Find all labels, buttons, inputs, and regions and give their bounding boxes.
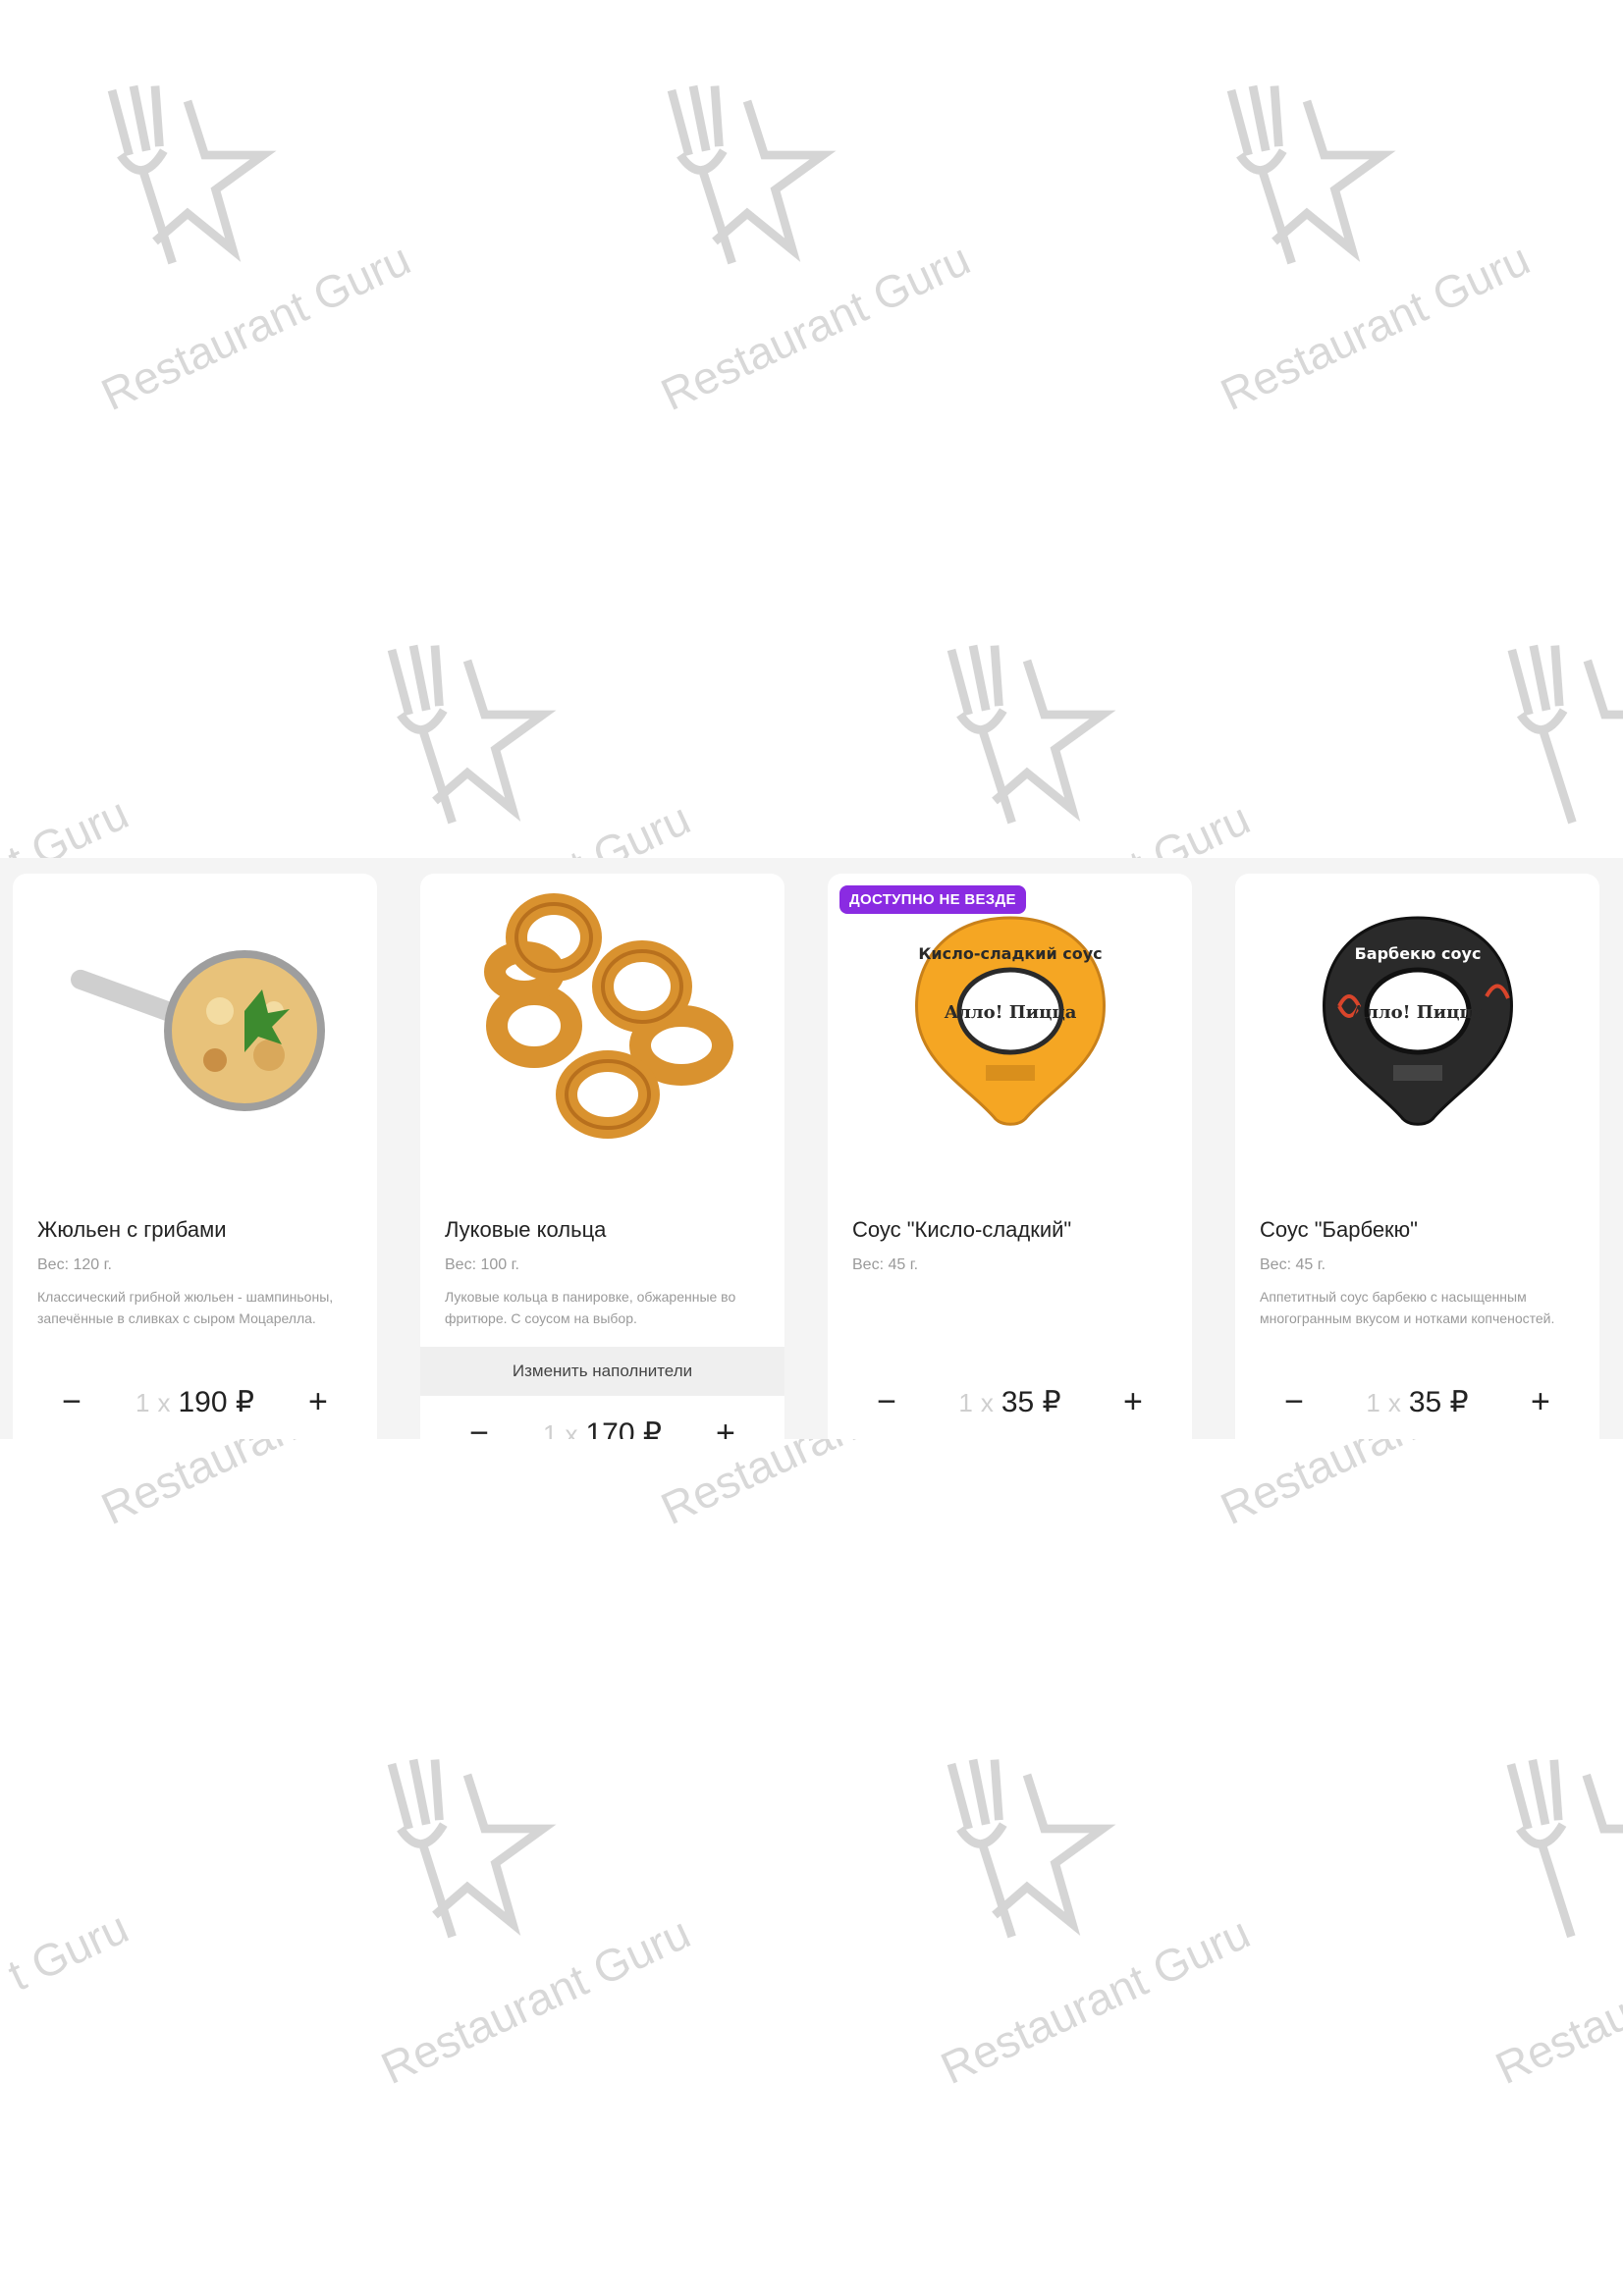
bbq-sauce-icon: Барбекю соус Алло! Пицца [1322, 916, 1513, 1126]
product-card-bbq-sauce[interactable]: Барбекю соус Алло! Пицца Соус "Барбекю" … [1235, 874, 1599, 1439]
watermark-text: Restaurant Guru [1213, 233, 1538, 421]
sauce-logo-text: Алло! Пицца [1351, 1002, 1484, 1023]
product-title: Соус "Кисло-сладкий" [852, 1217, 1072, 1242]
watermark-text: t Guru [0, 1900, 136, 2002]
plus-button[interactable]: + [711, 1414, 740, 1439]
product-price: 35 ₽ [1001, 1385, 1061, 1418]
watermark-logo-icon [1507, 644, 1623, 825]
quantity-stepper: − 1 x 190 ₽ + [13, 1382, 377, 1421]
watermark-logo-icon [387, 1758, 557, 1939]
product-title: Соус "Барбекю" [1260, 1217, 1418, 1242]
quantity-multiplier: x [980, 1387, 994, 1417]
product-description: Луковые кольца в панировке, обжаренные в… [445, 1289, 736, 1326]
quantity-multiplier: x [157, 1387, 171, 1417]
product-image: Барбекю соус Алло! Пицца [1235, 903, 1599, 1129]
product-weight: Вес: 45 г. [1260, 1256, 1326, 1273]
product-image [420, 893, 784, 1139]
watermark-text: Restau [1488, 1987, 1623, 2095]
plus-button[interactable]: + [1118, 1382, 1148, 1421]
minus-button[interactable]: − [464, 1414, 494, 1439]
quantity-stepper: − 1 x 170 ₽ + [420, 1414, 784, 1439]
sauce-logo-text: Алло! Пицца [944, 1002, 1076, 1023]
product-image [13, 903, 377, 1129]
product-image: Кисло-сладкий соус Алло! Пицца [828, 903, 1192, 1129]
product-weight: Вес: 45 г. [852, 1256, 919, 1273]
watermark-logo-icon [1226, 84, 1396, 265]
watermark-logo-icon [387, 644, 557, 825]
plus-button[interactable]: + [303, 1382, 333, 1421]
watermark-text: Restaurant Guru [653, 233, 978, 421]
product-list: Жюльен с грибами Вес: 120 г. Классически… [0, 858, 1623, 1439]
product-price: 190 ₽ [178, 1385, 254, 1418]
product-weight: Вес: 100 г. [445, 1256, 519, 1273]
quantity-count: 1 [958, 1387, 973, 1417]
minus-button[interactable]: − [872, 1382, 901, 1421]
product-card-sweet-sour-sauce[interactable]: ДОСТУПНО НЕ ВЕЗДЕ Кисло-сладкий соус Алл… [828, 874, 1192, 1439]
watermark-logo-icon [1506, 1758, 1623, 1939]
product-price: 170 ₽ [585, 1416, 662, 1440]
sauce-lid-text: Кисло-сладкий соус [918, 944, 1102, 963]
change-toppings-button[interactable]: Изменить наполнители [420, 1347, 784, 1396]
watermark-text: Restaurant Guru [93, 233, 418, 421]
product-description: Классический грибной жюльен - шампиньоны… [37, 1289, 334, 1326]
minus-button[interactable]: − [1279, 1382, 1309, 1421]
watermark-text: Restaurant Guru [373, 1906, 698, 2095]
sweet-sour-sauce-icon: Кисло-сладкий соус Алло! Пицца [914, 916, 1106, 1126]
product-title: Луковые кольца [445, 1217, 607, 1242]
watermark-text: Restaurant Guru [933, 1906, 1258, 2095]
watermark-logo-icon [947, 644, 1116, 825]
plus-button[interactable]: + [1526, 1382, 1555, 1421]
minus-button[interactable]: − [57, 1382, 86, 1421]
product-card-onion-rings[interactable]: Луковые кольца Вес: 100 г. Луковые кольц… [420, 874, 784, 1439]
product-description: Аппетитный соус барбекю с насыщенным мно… [1260, 1289, 1555, 1326]
julienne-dish-icon [70, 950, 325, 1111]
quantity-stepper: − 1 x 35 ₽ + [828, 1382, 1192, 1421]
quantity-count: 1 [543, 1418, 558, 1440]
quantity-count: 1 [135, 1387, 150, 1417]
product-card-julienne[interactable]: Жюльен с грибами Вес: 120 г. Классически… [13, 874, 377, 1439]
quantity-multiplier: x [565, 1418, 578, 1440]
product-title: Жюльен с грибами [37, 1217, 227, 1242]
watermark-logo-icon [947, 1758, 1116, 1939]
product-price: 35 ₽ [1408, 1385, 1469, 1418]
product-weight: Вес: 120 г. [37, 1256, 112, 1273]
quantity-multiplier: x [1387, 1387, 1401, 1417]
quantity-stepper: − 1 x 35 ₽ + [1235, 1382, 1599, 1421]
sauce-lid-text: Барбекю соус [1354, 944, 1481, 963]
watermark-logo-icon [107, 84, 277, 265]
watermark-logo-icon [667, 84, 837, 265]
quantity-count: 1 [1366, 1387, 1380, 1417]
onion-rings-icon [483, 893, 733, 1139]
